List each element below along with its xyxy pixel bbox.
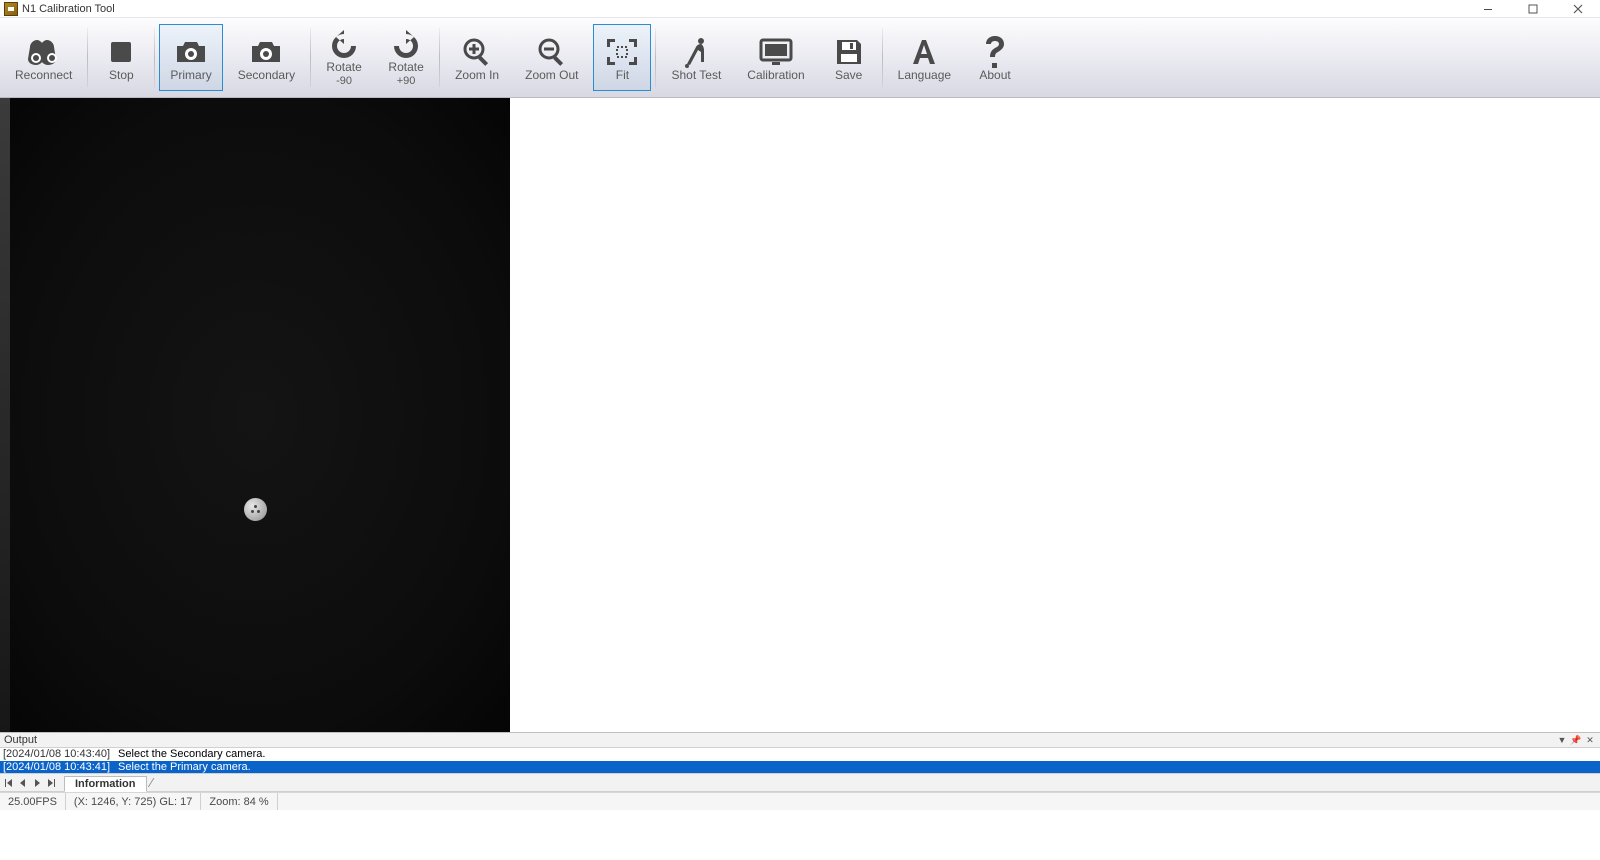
tab-end-decor: ⁄ [151,775,153,790]
about-button[interactable]: About [966,24,1024,91]
panel-pin-icon[interactable]: 📌 [1570,734,1582,746]
camera-icon [248,35,284,69]
nav-last-icon[interactable] [44,776,58,790]
information-tab[interactable]: Information [64,776,147,792]
toolbar: Reconnect Stop Primary Secondary Rotate-… [0,18,1600,98]
camera-view[interactable] [0,98,510,732]
zoom-in-icon [461,35,493,69]
shot-test-button[interactable]: Shot Test [660,24,732,91]
camera-icon [173,35,209,69]
log-row[interactable]: [2024/01/08 10:43:41] Select the Primary… [0,761,1600,774]
window-title: N1 Calibration Tool [22,3,115,15]
primary-button[interactable]: Primary [159,24,222,91]
main-viewport [0,98,1600,732]
rotate-pos90-button[interactable]: Rotate+90 [377,24,435,91]
output-panel-header: Output ▼ 📌 ✕ [0,732,1600,748]
monitor-icon [758,35,794,69]
binoculars-icon [26,35,62,69]
zoom-out-button[interactable]: Zoom Out [514,24,589,91]
rotate-ccw-icon [328,29,360,61]
status-bar: 25.00FPS (X: 1246, Y: 725) GL: 17 Zoom: … [0,792,1600,810]
question-icon [982,35,1008,69]
reconnect-button[interactable]: Reconnect [4,24,83,91]
secondary-button[interactable]: Secondary [227,24,306,91]
floppy-icon [833,35,865,69]
panel-dropdown-icon[interactable]: ▼ [1556,734,1568,746]
minimize-button[interactable] [1465,0,1510,18]
log-row[interactable]: [2024/01/08 10:43:40] Select the Seconda… [0,748,1600,761]
close-button[interactable] [1555,0,1600,18]
language-button[interactable]: Language [887,24,962,91]
zoom-out-icon [536,35,568,69]
title-bar: N1 Calibration Tool [0,0,1600,18]
status-fps: 25.00FPS [0,793,66,810]
nav-first-icon[interactable] [2,776,16,790]
rotate-neg90-button[interactable]: Rotate-90 [315,24,373,91]
log-nav-row: Information ⁄ [0,774,1600,792]
status-zoom: Zoom: 84 % [201,793,277,810]
panel-close-icon[interactable]: ✕ [1584,734,1596,746]
output-log[interactable]: [2024/01/08 10:43:40] Select the Seconda… [0,748,1600,774]
calibration-button[interactable]: Calibration [736,24,815,91]
golfer-icon [681,35,711,69]
status-coords: (X: 1246, Y: 725) GL: 17 [66,793,201,810]
fit-button[interactable]: Fit [593,24,651,91]
zoom-in-button[interactable]: Zoom In [444,24,510,91]
output-panel-title: Output [4,734,37,746]
stop-button[interactable]: Stop [92,24,150,91]
nav-prev-icon[interactable] [16,776,30,790]
golf-ball [244,498,267,521]
stop-icon [107,35,135,69]
letter-a-icon [909,35,939,69]
save-button[interactable]: Save [820,24,878,91]
maximize-button[interactable] [1510,0,1555,18]
rotate-cw-icon [390,29,422,61]
nav-next-icon[interactable] [30,776,44,790]
app-icon [4,2,18,16]
fit-icon [605,35,639,69]
